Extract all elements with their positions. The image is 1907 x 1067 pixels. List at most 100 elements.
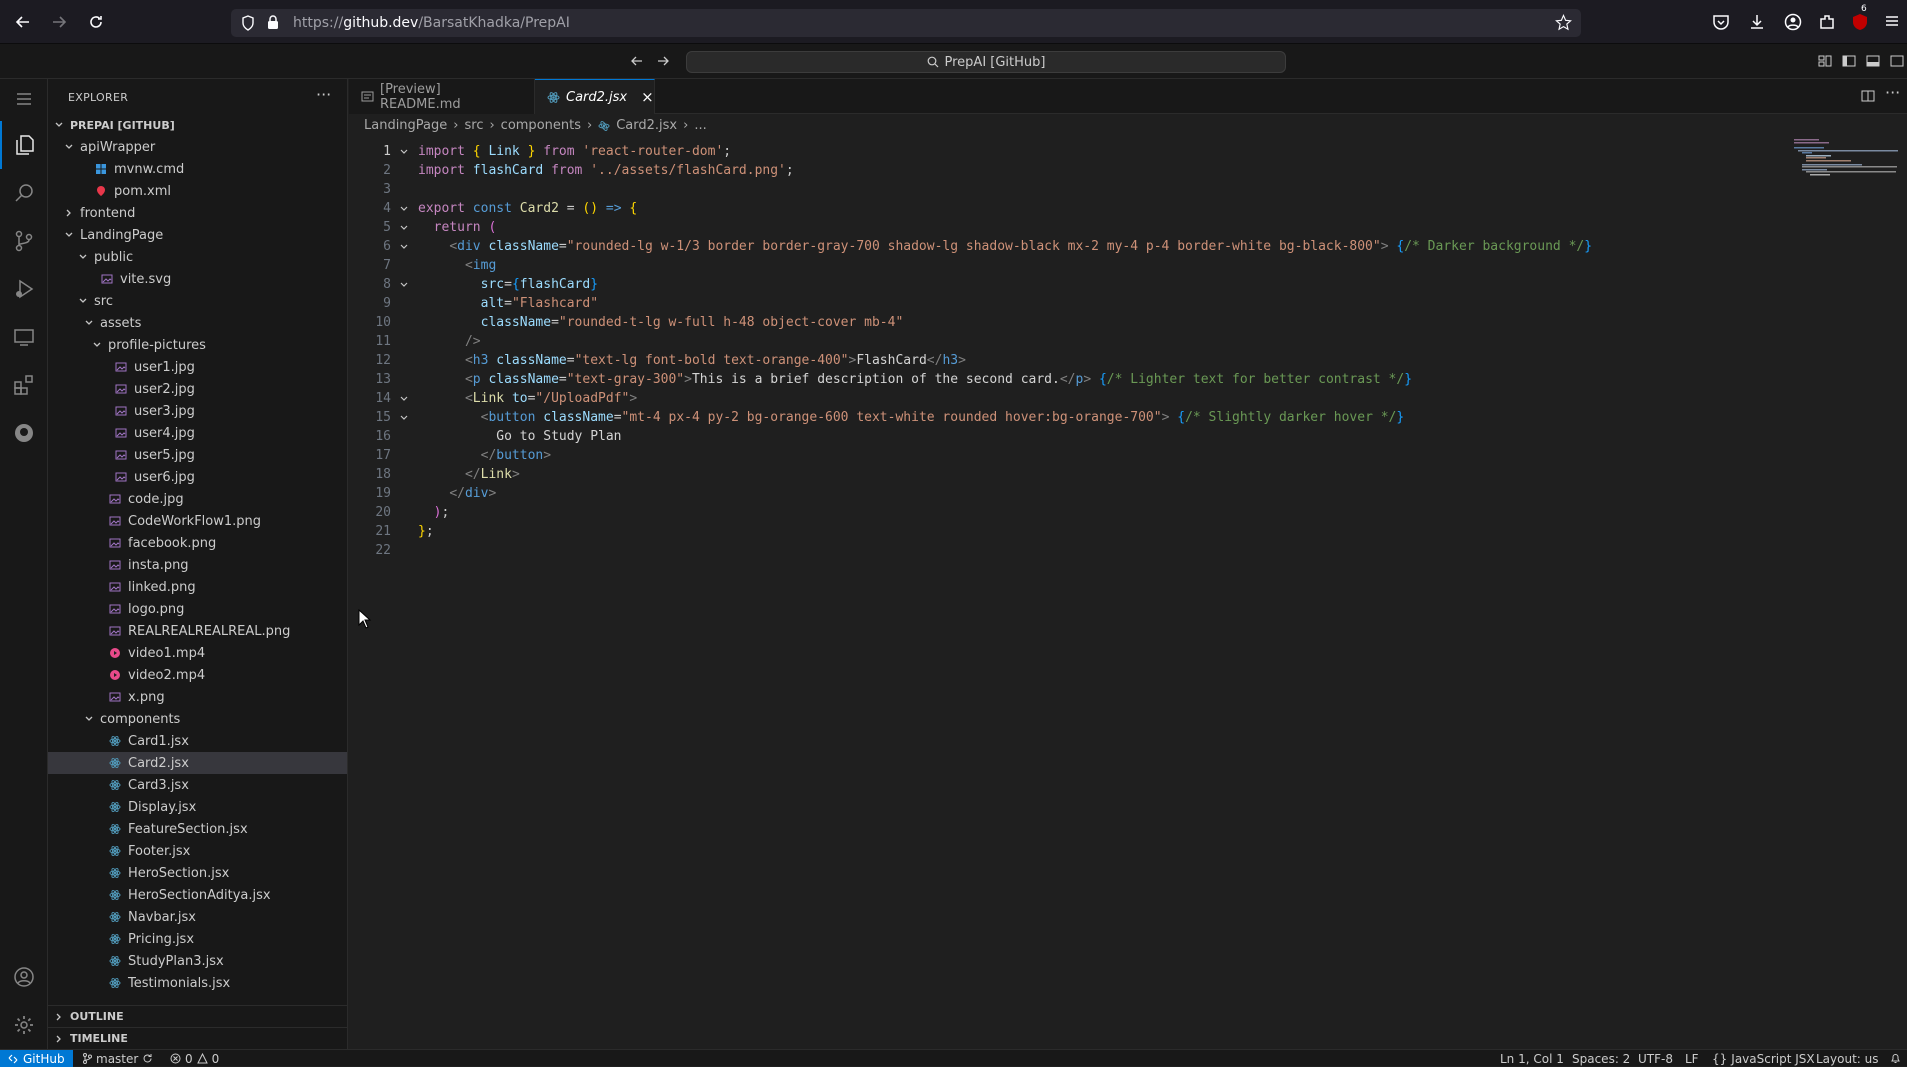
tree-file[interactable]: Pricing.jsx bbox=[48, 928, 347, 950]
back-icon[interactable] bbox=[12, 11, 34, 33]
tree-file[interactable]: mvnw.cmd bbox=[48, 158, 347, 180]
tree-file[interactable]: logo.png bbox=[48, 598, 347, 620]
go-back-icon[interactable] bbox=[630, 54, 644, 68]
manage-gear-icon[interactable] bbox=[0, 1001, 48, 1049]
command-center[interactable]: PrepAI [GitHub] bbox=[686, 51, 1286, 73]
tree-file[interactable]: code.jpg bbox=[48, 488, 347, 510]
breadcrumb-item[interactable]: Card2.jsx bbox=[616, 118, 677, 133]
notifications-bell-icon[interactable] bbox=[1890, 1050, 1901, 1067]
fold-chevron-icon[interactable] bbox=[399, 275, 413, 294]
tree-folder[interactable]: src bbox=[48, 290, 347, 312]
tree-file[interactable]: HeroSectionAditya.jsx bbox=[48, 884, 347, 906]
ublock-icon[interactable]: 6 bbox=[1851, 4, 1871, 33]
tree-folder[interactable]: frontend bbox=[48, 202, 347, 224]
tree-file[interactable]: video2.mp4 bbox=[48, 664, 347, 686]
fold-chevron-icon[interactable] bbox=[399, 389, 413, 408]
tree-file[interactable]: Testimonials.jsx bbox=[48, 972, 347, 994]
outline-section[interactable]: OUTLINE bbox=[48, 1005, 347, 1027]
bookmark-star-icon[interactable] bbox=[1555, 14, 1572, 31]
toggle-sidebar-icon[interactable] bbox=[1842, 54, 1856, 68]
tree-file[interactable]: x.png bbox=[48, 686, 347, 708]
tree-file[interactable]: user5.jpg bbox=[48, 444, 347, 466]
download-icon[interactable] bbox=[1748, 13, 1768, 33]
breadcrumb-item[interactable]: ... bbox=[694, 118, 706, 133]
tree-folder[interactable]: apiWrapper bbox=[48, 136, 347, 158]
tree-file[interactable]: Display.jsx bbox=[48, 796, 347, 818]
application-menu-icon[interactable] bbox=[0, 79, 48, 119]
tree-file[interactable]: vite.svg bbox=[48, 268, 347, 290]
go-forward-icon[interactable] bbox=[656, 54, 670, 68]
account-icon[interactable] bbox=[1784, 13, 1804, 33]
shield-icon[interactable] bbox=[241, 15, 255, 31]
tree-file[interactable]: Navbar.jsx bbox=[48, 906, 347, 928]
tree-file[interactable]: Card2.jsx bbox=[48, 752, 347, 774]
tree-file[interactable]: facebook.png bbox=[48, 532, 347, 554]
lock-icon[interactable] bbox=[267, 15, 279, 30]
tree-file[interactable]: user2.jpg bbox=[48, 378, 347, 400]
toggle-panel-icon[interactable] bbox=[1866, 54, 1880, 68]
breadcrumb-item[interactable]: LandingPage bbox=[364, 118, 447, 133]
keyboard-layout[interactable]: Layout: us bbox=[1816, 1050, 1879, 1067]
fold-chevron-icon[interactable] bbox=[399, 142, 413, 161]
reload-icon[interactable] bbox=[85, 11, 107, 33]
extensions-icon[interactable] bbox=[1818, 13, 1838, 33]
fold-chevron-icon[interactable] bbox=[399, 408, 413, 427]
tree-file[interactable]: HeroSection.jsx bbox=[48, 862, 347, 884]
tree-file[interactable]: Card1.jsx bbox=[48, 730, 347, 752]
more-actions-icon[interactable]: ··· bbox=[316, 85, 331, 104]
tree-file[interactable]: user4.jpg bbox=[48, 422, 347, 444]
remote-indicator[interactable]: GitHub bbox=[0, 1050, 73, 1067]
timeline-section[interactable]: TIMELINE bbox=[48, 1027, 347, 1049]
tree-folder[interactable]: profile-pictures bbox=[48, 334, 347, 356]
tree-file[interactable]: REALREALREALREAL.png bbox=[48, 620, 347, 642]
tab-card2-jsx[interactable]: Card2.jsx × bbox=[535, 79, 655, 114]
branch-indicator[interactable]: master bbox=[82, 1050, 153, 1067]
tree-file[interactable]: linked.png bbox=[48, 576, 347, 598]
split-editor-icon[interactable] bbox=[1861, 89, 1875, 103]
pocket-icon[interactable] bbox=[1712, 13, 1732, 33]
breadcrumb-item[interactable]: components bbox=[501, 118, 581, 133]
tree-folder[interactable]: components bbox=[48, 708, 347, 730]
code-editor[interactable]: 1 import { Link } from 'react-router-dom'… bbox=[349, 138, 1907, 1049]
fold-chevron-icon[interactable] bbox=[399, 218, 413, 237]
tree-file[interactable]: user1.jpg bbox=[48, 356, 347, 378]
tree-file[interactable]: insta.png bbox=[48, 554, 347, 576]
toggle-secondary-sidebar-icon[interactable] bbox=[1890, 54, 1904, 68]
customize-layout-icon[interactable] bbox=[1818, 54, 1832, 68]
url-text[interactable]: https://github.dev/BarsatKhadka/PrepAI bbox=[293, 15, 570, 31]
language-mode[interactable]: {} JavaScript JSX bbox=[1712, 1050, 1815, 1067]
search-icon[interactable] bbox=[0, 169, 48, 217]
tree-file[interactable]: user6.jpg bbox=[48, 466, 347, 488]
workspace-section-header[interactable]: PREPAI [GITHUB] bbox=[48, 114, 347, 136]
forward-icon[interactable] bbox=[48, 11, 70, 33]
tab-readme-preview[interactable]: [Preview] README.md bbox=[349, 79, 535, 114]
tree-folder[interactable]: assets bbox=[48, 312, 347, 334]
editor-more-icon[interactable]: ··· bbox=[1885, 83, 1900, 102]
close-icon[interactable]: × bbox=[641, 88, 654, 106]
extensions-icon[interactable] bbox=[0, 361, 48, 409]
problems-indicator[interactable]: 0 0 bbox=[170, 1050, 219, 1067]
minimap[interactable] bbox=[1789, 138, 1899, 198]
tree-file[interactable]: video1.mp4 bbox=[48, 642, 347, 664]
tree-file[interactable]: CodeWorkFlow1.png bbox=[48, 510, 347, 532]
github-icon[interactable] bbox=[0, 409, 48, 457]
menu-icon[interactable] bbox=[1884, 13, 1904, 33]
fold-chevron-icon[interactable] bbox=[399, 237, 413, 256]
cursor-position[interactable]: Ln 1, Col 1 bbox=[1500, 1050, 1564, 1067]
end-of-line[interactable]: LF bbox=[1685, 1050, 1699, 1067]
tree-file[interactable]: Footer.jsx bbox=[48, 840, 347, 862]
url-bar[interactable]: https://github.dev/BarsatKhadka/PrepAI bbox=[231, 9, 1581, 37]
indentation[interactable]: Spaces: 2 bbox=[1572, 1050, 1630, 1067]
tree-file[interactable]: Card3.jsx bbox=[48, 774, 347, 796]
tree-file[interactable]: pom.xml bbox=[48, 180, 347, 202]
tree-file[interactable]: user3.jpg bbox=[48, 400, 347, 422]
source-control-icon[interactable] bbox=[0, 217, 48, 265]
encoding[interactable]: UTF-8 bbox=[1638, 1050, 1673, 1067]
tree-file[interactable]: FeatureSection.jsx bbox=[48, 818, 347, 840]
remote-explorer-icon[interactable] bbox=[0, 313, 48, 361]
breadcrumb-item[interactable]: src bbox=[464, 118, 483, 133]
tree-folder[interactable]: LandingPage bbox=[48, 224, 347, 246]
tree-folder[interactable]: public bbox=[48, 246, 347, 268]
run-debug-icon[interactable] bbox=[0, 265, 48, 313]
explorer-icon[interactable] bbox=[0, 121, 48, 169]
